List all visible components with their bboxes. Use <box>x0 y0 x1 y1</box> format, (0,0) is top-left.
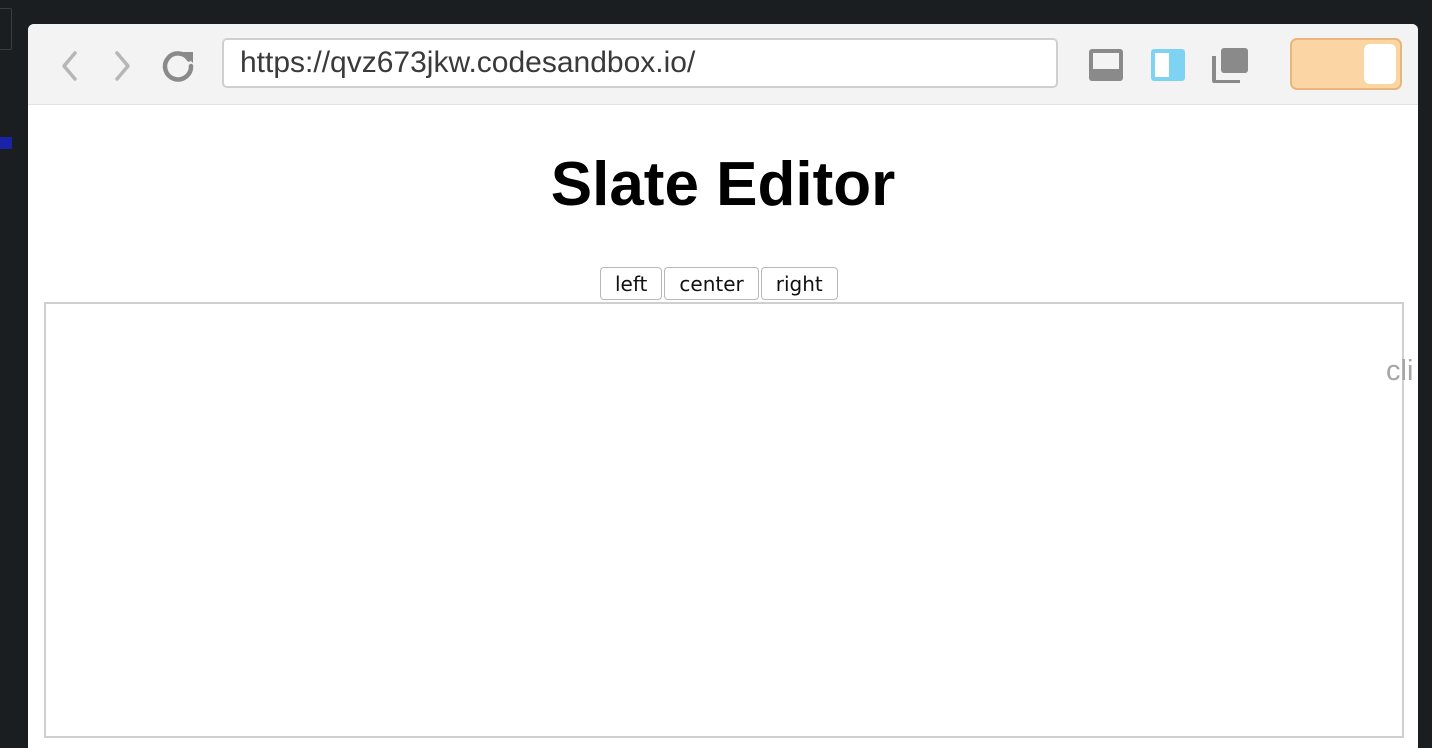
align-right-button[interactable]: right <box>760 267 838 300</box>
page-content: Slate Editor left center right cli <box>28 105 1418 748</box>
reload-icon <box>162 51 194 82</box>
align-center-button[interactable]: center <box>664 267 759 300</box>
editor-content-area[interactable] <box>44 302 1404 738</box>
toggle-knob <box>1364 44 1396 84</box>
browser-preview-window: Slate Editor left center right cli <box>28 24 1418 748</box>
placeholder-hint-text: cli <box>1386 355 1414 387</box>
address-bar[interactable] <box>222 38 1058 88</box>
alignment-toolbar: left center right <box>600 267 838 300</box>
outer-editor-edge <box>0 8 12 50</box>
split-view-button[interactable] <box>1149 46 1187 84</box>
new-window-icon <box>1212 48 1248 83</box>
outer-gutter-marker <box>0 137 12 149</box>
split-view-icon <box>1151 49 1185 81</box>
console-panel-icon <box>1089 49 1123 81</box>
browser-toolbar <box>28 24 1418 105</box>
console-toggle-button[interactable] <box>1087 46 1125 84</box>
preview-toggle-switch[interactable] <box>1290 38 1402 90</box>
chevron-right-icon <box>115 51 130 81</box>
page-title: Slate Editor <box>550 150 896 219</box>
align-left-button[interactable]: left <box>600 267 663 300</box>
new-window-button[interactable] <box>1211 46 1249 84</box>
forward-button[interactable] <box>104 48 140 84</box>
reload-button[interactable] <box>160 48 196 84</box>
chevron-left-icon <box>62 51 77 81</box>
back-button[interactable] <box>52 48 88 84</box>
